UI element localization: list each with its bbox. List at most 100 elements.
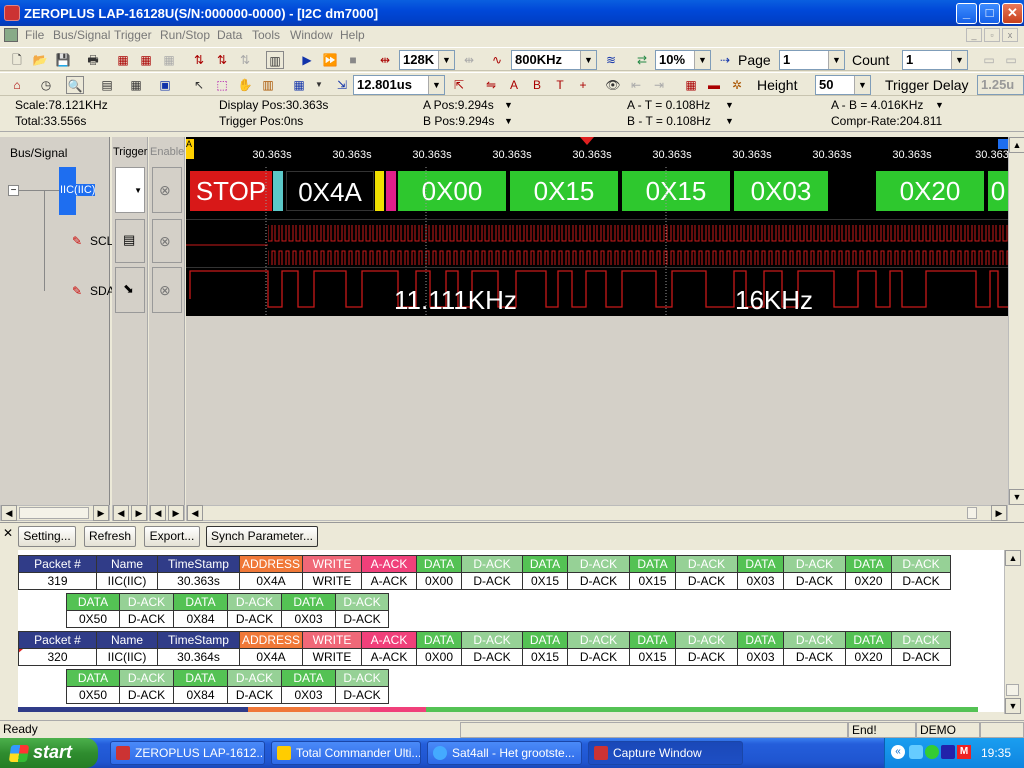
scroll-left-icon[interactable]: ◀: [187, 505, 203, 521]
mdi-minimize-icon[interactable]: _: [966, 28, 982, 42]
scroll-right-icon[interactable]: ▶: [168, 505, 184, 521]
security-icon[interactable]: M: [957, 745, 971, 759]
waveform-vertical-scrollbar[interactable]: ▲ ▼: [1008, 137, 1024, 505]
table-row[interactable]: 319 IIC(IIC) 30.363s 0X4A WRITE A-ACK 0X…: [18, 572, 952, 590]
open-folder-icon[interactable]: 📂: [31, 51, 49, 69]
run-icon[interactable]: ▶: [298, 51, 316, 69]
zoom-select-icon[interactable]: ⬚: [213, 76, 231, 94]
cascade-icon[interactable]: ▭: [1002, 51, 1020, 69]
trigger-setup-icon[interactable]: ⇅: [190, 51, 208, 69]
search-prev-icon[interactable]: ⇤: [627, 76, 645, 94]
menu-window[interactable]: Window: [290, 28, 333, 42]
export-button[interactable]: Export...: [144, 526, 200, 547]
single-run-icon[interactable]: ▥: [266, 51, 284, 69]
page-nav-icon[interactable]: ⇢: [716, 51, 734, 69]
bus-icon[interactable]: ▬: [705, 76, 723, 94]
pointer-icon[interactable]: ↖: [190, 76, 208, 94]
channel-setup-icon[interactable]: ▦: [114, 51, 132, 69]
menu-data[interactable]: Data: [217, 28, 242, 42]
mdi-close-icon[interactable]: x: [1002, 28, 1018, 42]
task-total-commander[interactable]: Total Commander Ulti...: [271, 741, 421, 765]
cursor-b-marker[interactable]: [998, 139, 1008, 149]
signal-hscrollbar[interactable]: ◀ ▶: [0, 505, 110, 521]
time-select[interactable]: 12.801us ▼: [353, 75, 445, 95]
measure-icon[interactable]: ▥: [259, 76, 277, 94]
close-button[interactable]: ✕: [1002, 3, 1023, 24]
task-capture-window[interactable]: Capture Window: [588, 741, 743, 765]
scroll-right-icon[interactable]: ▶: [991, 505, 1007, 521]
stop-icon[interactable]: ■: [344, 51, 362, 69]
scroll-thumb[interactable]: [967, 507, 977, 519]
mdi-restore-icon[interactable]: ▫: [984, 28, 1000, 42]
packet-320-row1[interactable]: Packet # Name TimeStamp ADDRESS WRITE A-…: [18, 631, 952, 666]
bus-iic-label[interactable]: IIC(IIC): [60, 184, 96, 196]
trigger-delay-input[interactable]: 1.25u: [977, 75, 1024, 95]
task-browser[interactable]: Sat4all - Het grootste...: [427, 741, 582, 765]
bus-setup-icon[interactable]: ▦: [137, 51, 155, 69]
scroll-left-icon[interactable]: ◀: [113, 505, 129, 521]
settings-icon[interactable]: ✲: [728, 76, 746, 94]
bar-ab-icon[interactable]: A: [505, 76, 523, 94]
packet-320-row2[interactable]: DATA D-ACK DATA D-ACK DATA D-ACK 0X50 D-…: [66, 669, 389, 704]
display-icon[interactable]: [941, 745, 955, 759]
b-pos-dropdown-icon[interactable]: ▼: [504, 116, 513, 126]
cursor-a-marker[interactable]: A: [186, 139, 194, 159]
sda-enable-cell[interactable]: ⊗: [152, 267, 182, 313]
grid-icon[interactable]: ▦: [290, 76, 308, 94]
trigger-hscrollbar[interactable]: ◀ ▶: [112, 505, 148, 521]
scroll-right-icon[interactable]: ▶: [93, 505, 109, 521]
waveform-area[interactable]: A 30.363s 30.363s 30.363s 30.363s 30.363…: [186, 137, 1008, 505]
scroll-left-icon[interactable]: ◀: [1, 505, 17, 521]
packet-list[interactable]: Packet # Name TimeStamp ADDRESS WRITE A-…: [18, 550, 1004, 712]
table-row[interactable]: 0X50 D-ACK 0X84 D-ACK 0X03 D-ACK: [66, 686, 389, 704]
scroll-down-icon[interactable]: ▼: [1005, 698, 1021, 714]
menu-file[interactable]: File: [25, 28, 44, 42]
packet-view-icon[interactable]: ▣: [156, 76, 174, 94]
table-row[interactable]: 0X50 D-ACK 0X84 D-ACK 0X03 D-ACK: [66, 610, 389, 628]
enable-hscrollbar[interactable]: ◀ ▶: [149, 505, 185, 521]
synch-parameter-button[interactable]: Synch Parameter...: [206, 526, 318, 547]
repetitive-run-icon[interactable]: ⏩: [321, 51, 339, 69]
app-icon[interactable]: [4, 5, 20, 21]
height-select[interactable]: 50 ▼: [815, 75, 871, 95]
scroll-up-icon[interactable]: ▲: [1009, 137, 1024, 153]
sda-trigger-cell[interactable]: ⬊: [115, 267, 145, 313]
scroll-thumb[interactable]: [19, 507, 89, 519]
time-ruler[interactable]: A 30.363s 30.363s 30.363s 30.363s 30.363…: [186, 137, 1008, 167]
scl-trigger-cell[interactable]: ▤: [115, 219, 145, 263]
clock-source-icon[interactable]: ≋: [602, 51, 620, 69]
refresh-button[interactable]: Refresh: [84, 526, 136, 547]
network-icon[interactable]: [909, 745, 923, 759]
packet-319-row2[interactable]: DATA D-ACK DATA D-ACK DATA D-ACK 0X50 D-…: [66, 593, 389, 628]
save-icon[interactable]: 💾: [54, 51, 72, 69]
zoom-icon[interactable]: 🔍: [66, 76, 84, 94]
hand-icon[interactable]: ✋: [236, 76, 254, 94]
tile-icon[interactable]: ▭: [980, 51, 998, 69]
memory-depth-select[interactable]: 128K ▼: [399, 50, 455, 70]
scroll-left-icon[interactable]: ◀: [150, 505, 166, 521]
menu-run-stop[interactable]: Run/Stop: [160, 28, 210, 42]
bus-enable-cell[interactable]: ⊗: [152, 167, 182, 213]
menu-tools[interactable]: Tools: [252, 28, 280, 42]
scroll-right-icon[interactable]: ▶: [131, 505, 147, 521]
task-zeroplus[interactable]: ZEROPLUS LAP-1612...: [110, 741, 265, 765]
new-file-icon[interactable]: 🗋: [8, 51, 26, 69]
count-select[interactable]: 1 ▼: [902, 50, 968, 70]
compression-icon[interactable]: ⇹: [460, 51, 478, 69]
trigger-position-select[interactable]: 10% ▼: [655, 50, 711, 70]
print-icon[interactable]: 🖶: [84, 51, 102, 69]
signal-lanes[interactable]: STOP 0X4A 0X00 0X15 0X15 0X03 0X20 0 11.…: [186, 167, 1008, 316]
menu-bus-signal[interactable]: Bus/Signal: [53, 28, 110, 42]
close-panel-icon[interactable]: ✕: [3, 526, 13, 540]
wireless-icon[interactable]: [925, 745, 939, 759]
document-icon[interactable]: [4, 28, 18, 42]
signal-sda-label[interactable]: SDA: [90, 284, 115, 298]
a-pos-dropdown-icon[interactable]: ▼: [504, 100, 513, 110]
packet-319-row1[interactable]: Packet # Name TimeStamp ADDRESS WRITE A-…: [18, 555, 952, 590]
menu-trigger[interactable]: Trigger: [114, 28, 152, 42]
time-unit-icon[interactable]: ⇱: [450, 76, 468, 94]
scroll-thumb[interactable]: [1006, 684, 1019, 696]
display-grid-icon[interactable]: ▤: [98, 76, 116, 94]
search-icon[interactable]: 👁: [604, 76, 622, 94]
scroll-down-icon[interactable]: ▼: [1009, 489, 1024, 505]
